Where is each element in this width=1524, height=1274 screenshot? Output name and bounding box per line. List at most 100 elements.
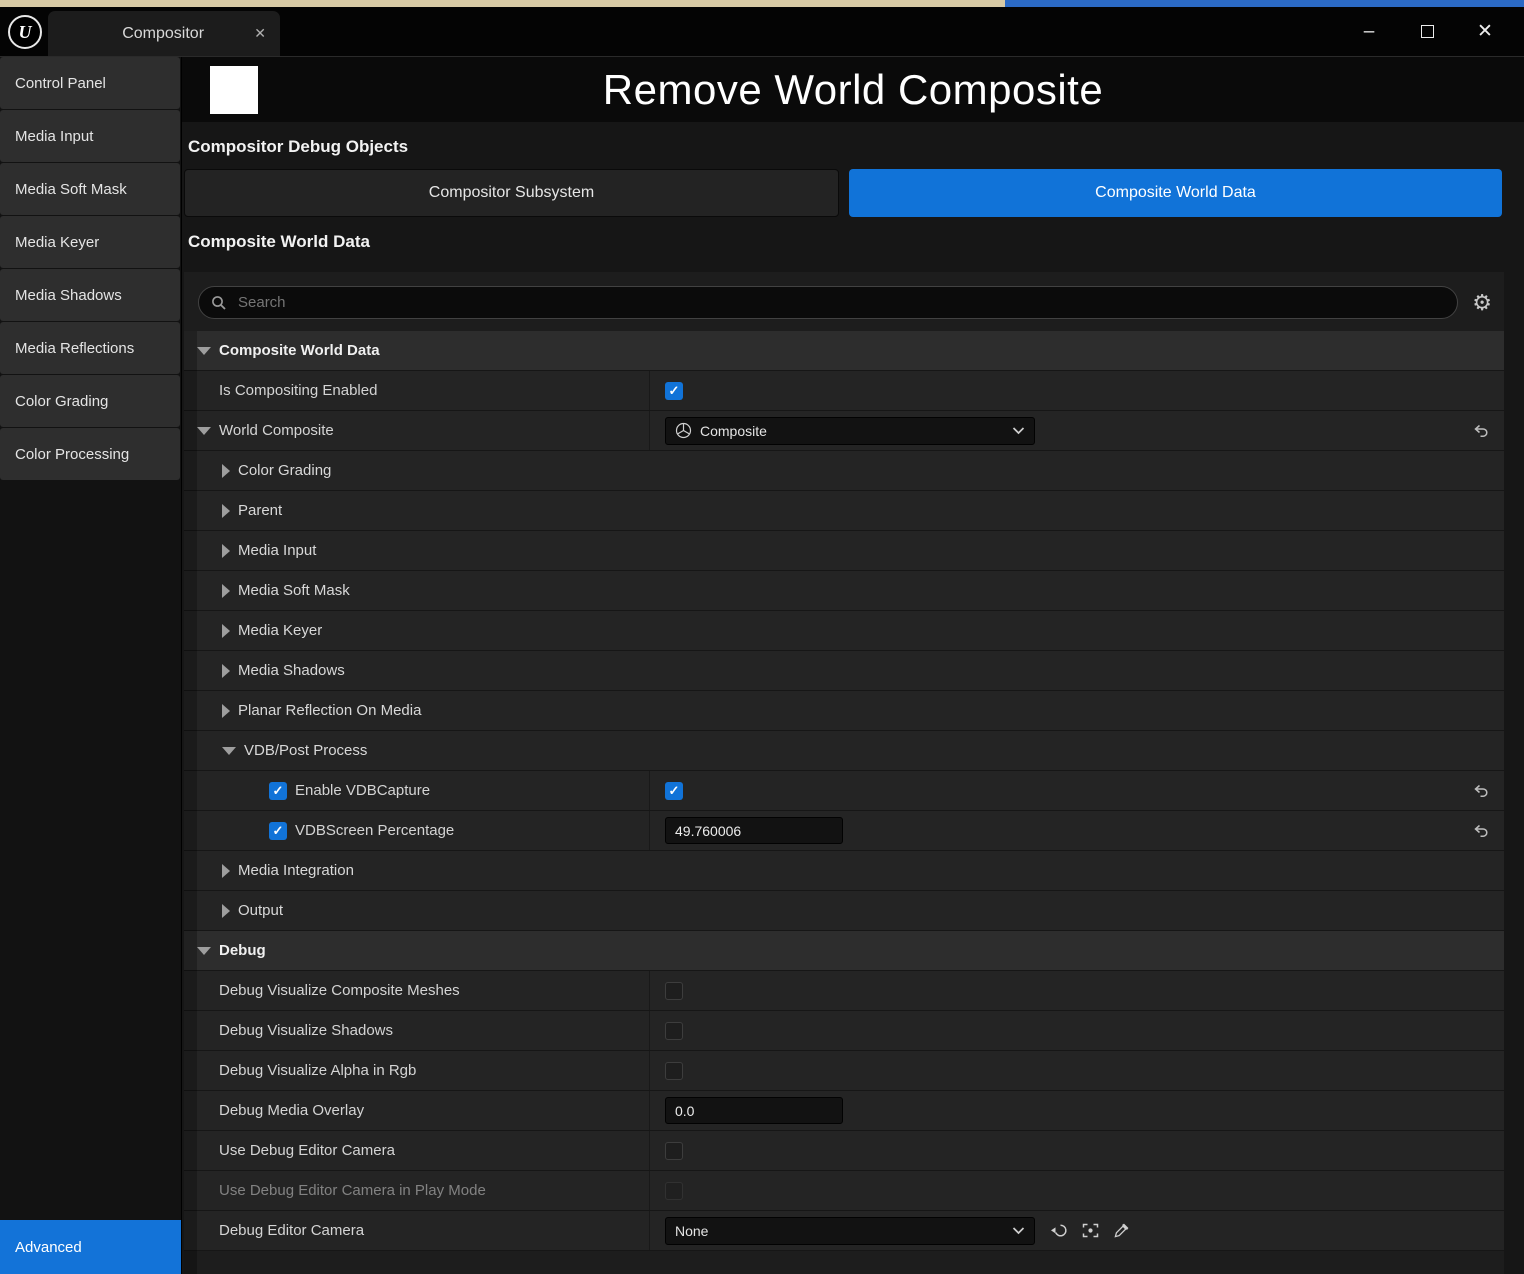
search-icon <box>211 295 227 311</box>
expander-open-icon[interactable] <box>197 347 211 355</box>
use-selected-asset-icon[interactable] <box>1049 1223 1068 1238</box>
reset-to-default-icon[interactable] <box>1473 424 1489 438</box>
expander-closed-icon[interactable] <box>222 504 230 518</box>
expander-open-icon[interactable] <box>197 427 211 435</box>
sidebar-item-media-shadows[interactable]: Media Shadows <box>0 269 180 321</box>
reset-cell <box>1458 411 1504 450</box>
property-row[interactable]: ✓VDBScreen Percentage 49.760006 <box>184 811 1504 851</box>
reset-to-default-icon[interactable] <box>1473 824 1489 838</box>
property-name-label: Parent <box>238 502 282 519</box>
value-dropdown[interactable]: None <box>665 1217 1035 1245</box>
search-input[interactable] <box>236 293 1445 312</box>
value-checkbox[interactable] <box>665 1182 683 1200</box>
property-row[interactable]: Debug Media Overlay 0.0 <box>184 1091 1504 1131</box>
property-name-cell: Debug Editor Camera <box>184 1211 649 1250</box>
property-name-label: Use Debug Editor Camera in Play Mode <box>219 1182 486 1199</box>
settings-gear-icon[interactable]: ⚙ <box>1472 292 1492 314</box>
expander-closed-icon[interactable] <box>222 464 230 478</box>
sidebar-item-advanced[interactable]: Advanced <box>0 1220 181 1274</box>
subcategory-row[interactable]: Media Soft Mask <box>184 571 1504 611</box>
value-checkbox[interactable] <box>665 1062 683 1080</box>
tab-compositor[interactable]: Compositor ✕ <box>48 11 280 56</box>
property-name-label: Media Input <box>238 542 316 559</box>
sidebar-item-label: Color Grading <box>15 393 108 410</box>
property-name-label: Media Keyer <box>238 622 322 639</box>
expander-closed-icon[interactable] <box>222 544 230 558</box>
sidebar-item-media-keyer[interactable]: Media Keyer <box>0 216 180 268</box>
subcategory-row[interactable]: VDB/Post Process <box>184 731 1504 771</box>
property-name-cell: Use Debug Editor Camera <box>184 1131 649 1170</box>
subcategory-row[interactable]: Media Keyer <box>184 611 1504 651</box>
sidebar-item-color-grading[interactable]: Color Grading <box>0 375 180 427</box>
sidebar-item-label: Media Input <box>15 128 93 145</box>
details-panel: ⚙ Composite World DataIs Compositing Ena… <box>184 272 1504 1274</box>
subcategory-row[interactable]: Media Shadows <box>184 651 1504 691</box>
expander-open-icon[interactable] <box>197 947 211 955</box>
close-button[interactable]: ✕ <box>1456 7 1514 57</box>
sidebar-item-media-input[interactable]: Media Input <box>0 110 180 162</box>
property-name-cell: Debug Visualize Composite Meshes <box>184 971 649 1010</box>
property-name-cell: Media Soft Mask <box>184 571 1504 610</box>
subcategory-row[interactable]: Parent <box>184 491 1504 531</box>
subcategory-row[interactable]: Planar Reflection On Media <box>184 691 1504 731</box>
maximize-button[interactable] <box>1398 7 1456 57</box>
value-checkbox[interactable]: ✓ <box>665 782 683 800</box>
expander-closed-icon[interactable] <box>222 904 230 918</box>
expander-closed-icon[interactable] <box>222 584 230 598</box>
tab-close-icon[interactable]: ✕ <box>254 25 266 42</box>
value-dropdown[interactable]: Composite <box>665 417 1035 445</box>
value-number-input[interactable]: 0.0 <box>665 1097 843 1124</box>
property-name-cell: Is Compositing Enabled <box>184 371 649 410</box>
expander-closed-icon[interactable] <box>222 704 230 718</box>
category-row[interactable]: Debug <box>184 931 1504 971</box>
property-row[interactable]: ✓ Enable VDBCapture ✓ <box>184 771 1504 811</box>
expander-closed-icon[interactable] <box>222 664 230 678</box>
unreal-engine-logo-icon: U <box>8 15 42 49</box>
search-box[interactable] <box>198 286 1458 319</box>
reset-to-default-icon[interactable] <box>1473 784 1489 798</box>
property-row[interactable]: Debug Visualize Composite Meshes <box>184 971 1504 1011</box>
sidebar-items: Control PanelMedia InputMedia Soft MaskM… <box>0 57 181 480</box>
sidebar-item-media-reflections[interactable]: Media Reflections <box>0 322 180 374</box>
subcategory-row[interactable]: Media Integration <box>184 851 1504 891</box>
edit-condition-checkbox[interactable]: ✓ <box>269 822 287 840</box>
value-checkbox[interactable] <box>665 982 683 1000</box>
subcategory-row[interactable]: Color Grading <box>184 451 1504 491</box>
property-name-label: Debug <box>219 942 266 959</box>
toggle-composite-world-data[interactable]: Composite World Data <box>849 169 1502 217</box>
expander-closed-icon[interactable] <box>222 624 230 638</box>
property-name-label: Debug Editor Camera <box>219 1222 364 1239</box>
expander-closed-icon[interactable] <box>222 864 230 878</box>
property-row[interactable]: Use Debug Editor Camera in Play Mode <box>184 1171 1504 1211</box>
property-row[interactable]: Debug Visualize Alpha in Rgb <box>184 1051 1504 1091</box>
toggle-compositor-subsystem[interactable]: Compositor Subsystem <box>184 169 839 217</box>
eyedropper-icon[interactable] <box>1113 1223 1129 1239</box>
value-checkbox[interactable]: ✓ <box>665 382 683 400</box>
desktop-top-strip <box>0 0 1524 7</box>
category-row[interactable]: Composite World Data <box>184 331 1504 371</box>
property-name-cell: Output <box>184 891 1504 930</box>
sidebar-item-color-processing[interactable]: Color Processing <box>0 428 180 480</box>
value-number-input[interactable]: 49.760006 <box>665 817 843 844</box>
sidebar-item-control-panel[interactable]: Control Panel <box>0 57 180 109</box>
property-row[interactable]: Debug Visualize Shadows <box>184 1011 1504 1051</box>
minimize-button[interactable]: – <box>1340 7 1398 57</box>
property-name-label: Debug Media Overlay <box>219 1102 364 1119</box>
property-name-cell: ✓VDBScreen Percentage <box>184 811 649 850</box>
property-row[interactable]: Use Debug Editor Camera <box>184 1131 1504 1171</box>
sidebar-item-media-soft-mask[interactable]: Media Soft Mask <box>0 163 180 215</box>
browse-to-asset-icon[interactable] <box>1082 1223 1099 1238</box>
property-name-label: Enable VDBCapture <box>295 782 430 799</box>
property-row[interactable]: Is Compositing Enabled ✓ <box>184 371 1504 411</box>
chevron-down-icon <box>1012 426 1025 435</box>
expander-open-icon[interactable] <box>222 747 236 755</box>
value-checkbox[interactable] <box>665 1022 683 1040</box>
value-checkbox[interactable] <box>665 1142 683 1160</box>
subcategory-row[interactable]: Media Input <box>184 531 1504 571</box>
property-name-cell: Debug <box>184 931 1504 970</box>
subcategory-row[interactable]: Output <box>184 891 1504 931</box>
edit-condition-checkbox[interactable]: ✓ <box>269 782 287 800</box>
property-row[interactable]: World CompositeComposite <box>184 411 1504 451</box>
property-row[interactable]: Debug Editor Camera None <box>184 1211 1504 1251</box>
reset-cell <box>1458 1171 1504 1210</box>
